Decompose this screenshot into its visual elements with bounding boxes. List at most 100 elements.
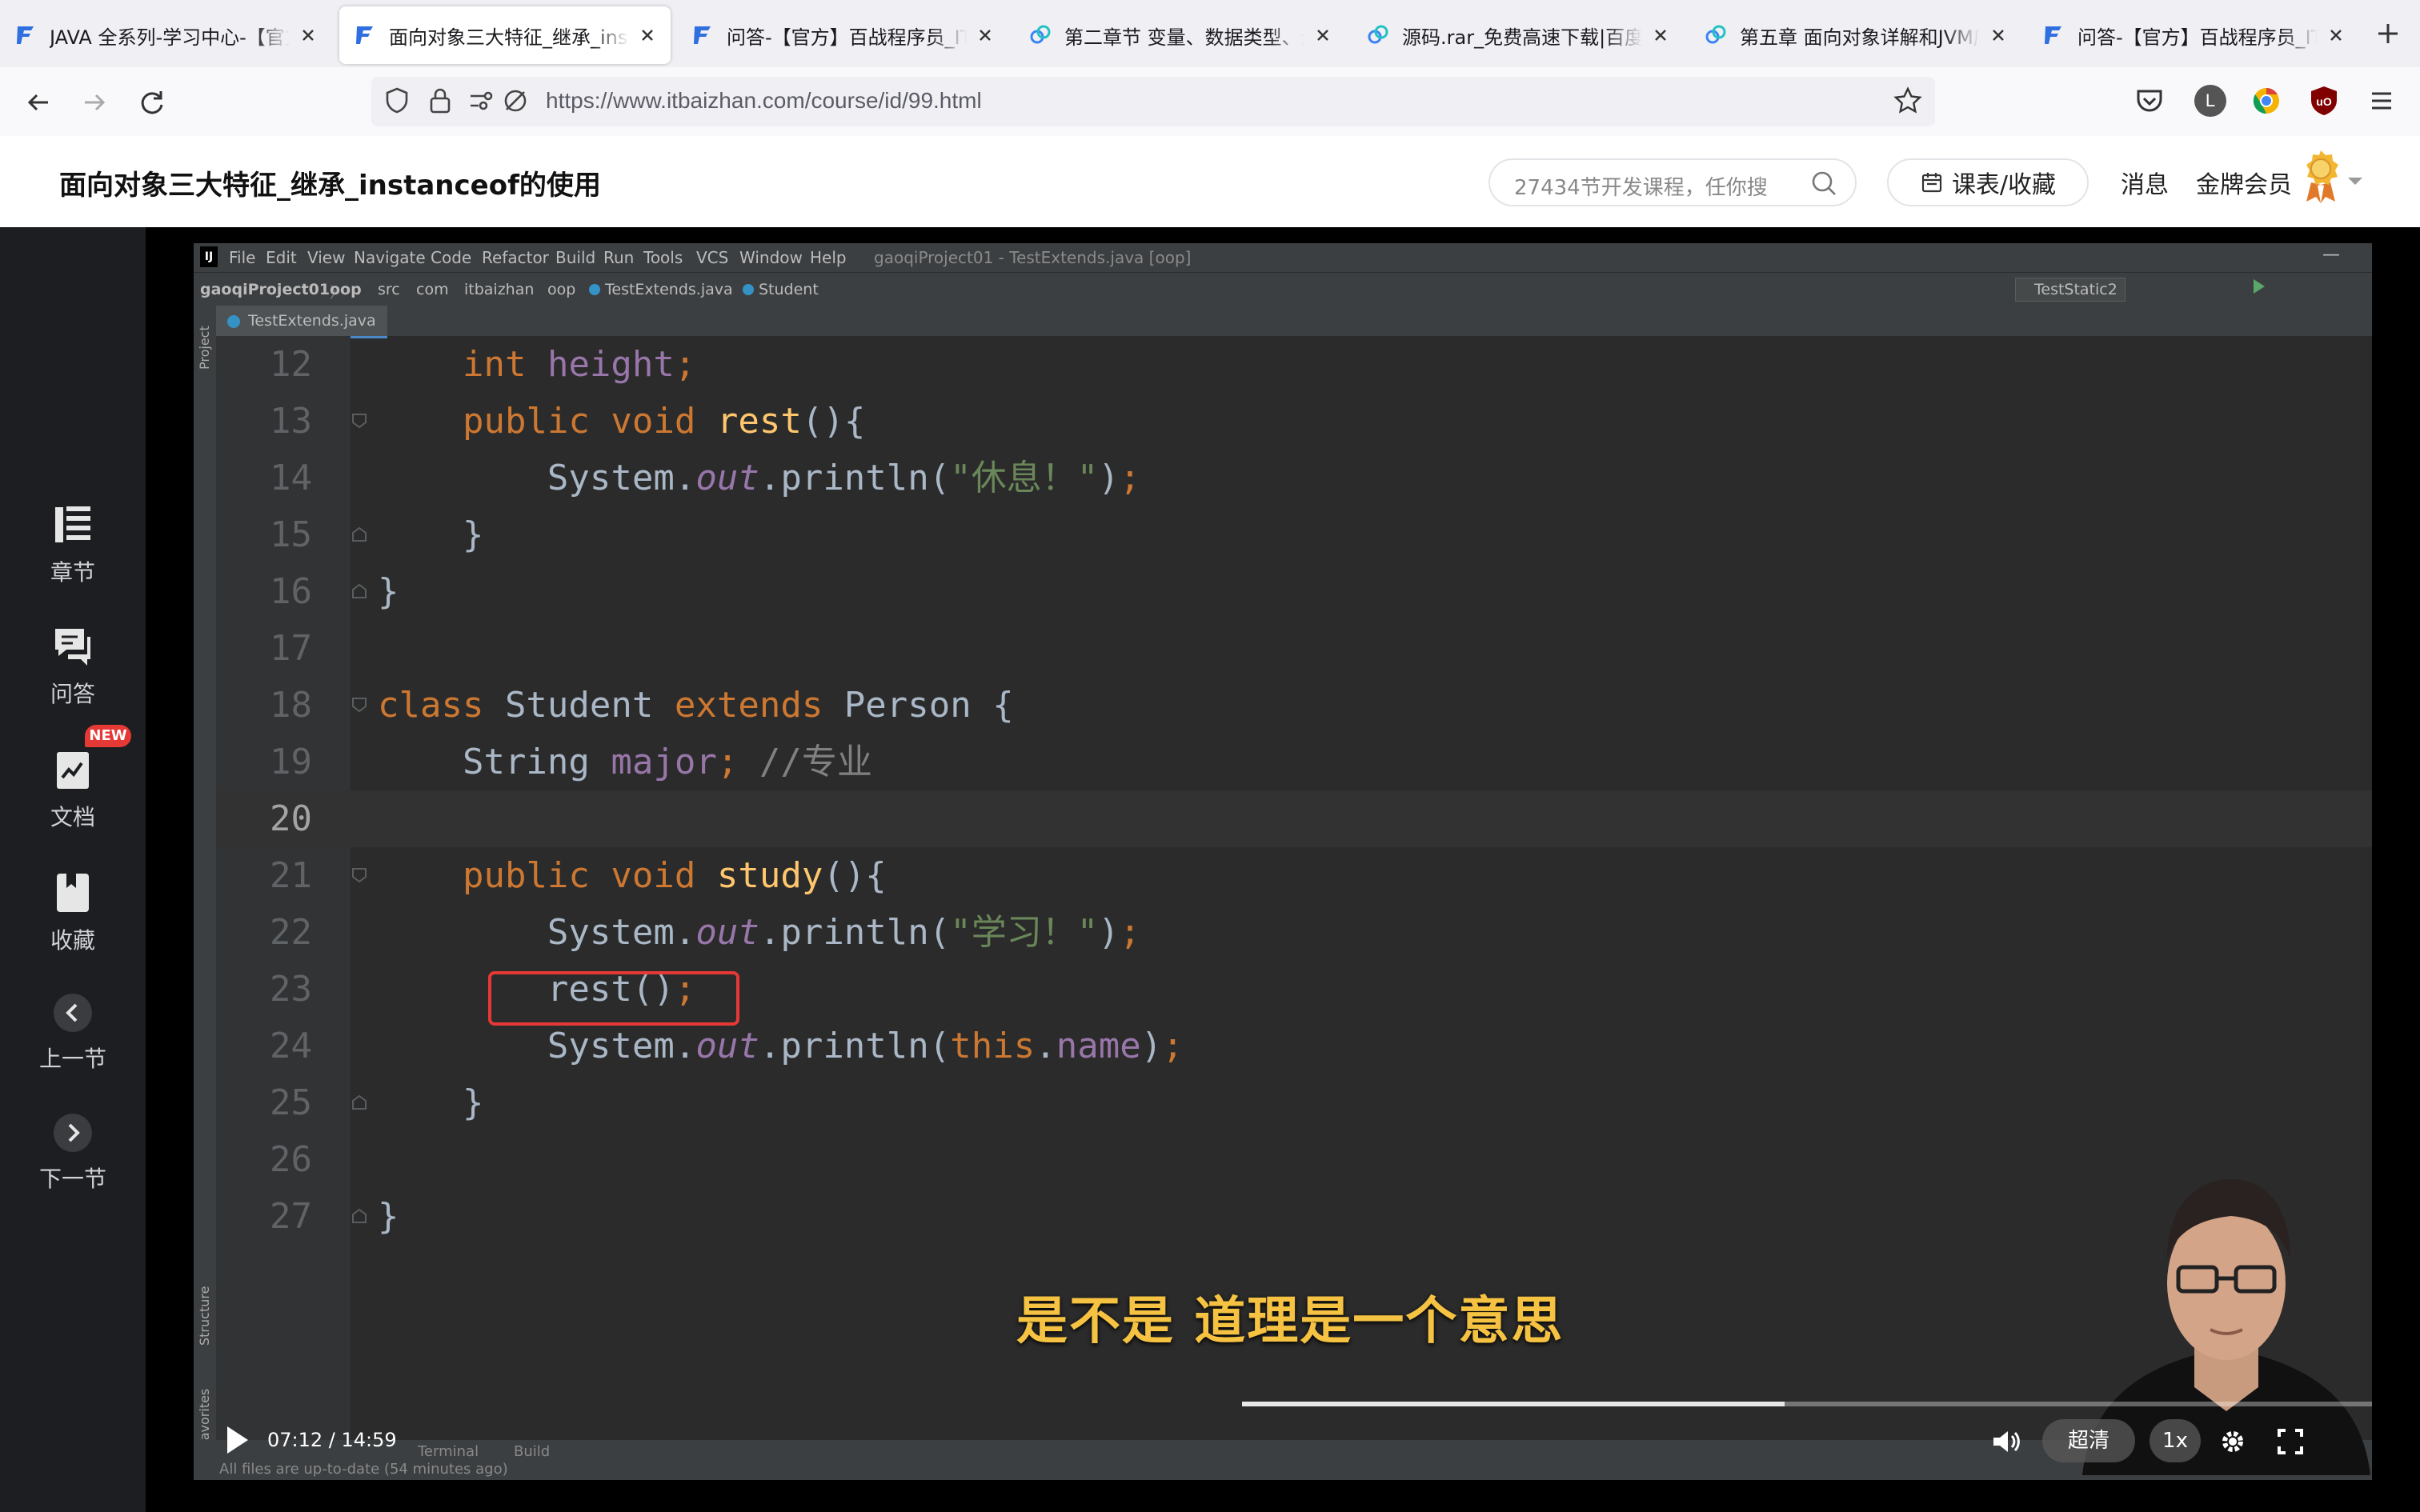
sidebar-item-label: 章节 xyxy=(50,559,95,586)
crumb: TestExtends.java xyxy=(605,281,733,298)
sidebar-item-next-lesson[interactable]: 下一节 xyxy=(0,1112,146,1194)
menu-hamburger-icon[interactable] xyxy=(2364,83,2399,118)
intellij-logo-icon: IJ xyxy=(200,246,218,267)
courses-favorites-button[interactable]: 课表/收藏 xyxy=(1887,158,2089,206)
line-number: 15 xyxy=(270,514,312,555)
browser-tab[interactable]: JAVA 全系列-学习中心-【官方】 xyxy=(0,6,331,64)
browser-tab[interactable]: 第五章 面向对象详解和JVM底层 xyxy=(1690,6,2021,64)
code-line: 17 xyxy=(216,620,2372,677)
url-text: https://www.itbaizhan.com/course/id/99.h… xyxy=(546,88,982,113)
code-text: int height; xyxy=(462,344,696,385)
class-icon xyxy=(743,284,754,295)
line-number: 19 xyxy=(270,742,312,782)
play-icon[interactable] xyxy=(224,1424,251,1456)
browser-tab-active[interactable]: 面向对象三大特征_继承_instanceof xyxy=(339,6,671,64)
code-line: 12 int height; xyxy=(216,336,2372,393)
sidebar-item-label: 收藏 xyxy=(50,927,95,954)
membership-link[interactable]: 金牌会员 xyxy=(2196,165,2292,200)
chevron-down-icon[interactable] xyxy=(2346,176,2364,187)
ide-breadcrumb: gaoqiProject01 〉 oop src com itbaizhan o… xyxy=(194,272,2372,306)
gear-icon[interactable] xyxy=(2217,1426,2249,1458)
reload-icon[interactable] xyxy=(134,85,170,120)
address-bar[interactable]: https://www.itbaizhan.com/course/id/99.h… xyxy=(371,77,1935,126)
close-tab-icon[interactable] xyxy=(1989,26,2007,44)
autoplay-blocked-icon[interactable] xyxy=(499,85,531,117)
code-line: 26 xyxy=(216,1131,2372,1188)
permissions-icon[interactable] xyxy=(466,85,498,117)
code-line: 14 System.out.println("休息！"); xyxy=(216,450,2372,506)
line-number: 23 xyxy=(270,969,312,1010)
sidebar-item-docs[interactable]: 文档 xyxy=(0,747,146,832)
fold-icon xyxy=(352,698,367,713)
pocket-icon[interactable] xyxy=(2132,83,2167,118)
sidebar-item-favorites[interactable]: 收藏 xyxy=(0,870,146,955)
browser-tab[interactable]: 问答-【官方】百战程序员_IT在线 xyxy=(2028,6,2359,64)
svg-text:uO: uO xyxy=(2316,95,2332,108)
file-tab-label: TestExtends.java xyxy=(248,312,376,330)
docs-icon xyxy=(57,752,89,789)
ide-tool-strip: Project Structure Favorites xyxy=(194,306,216,1480)
fold-icon xyxy=(352,414,367,429)
search-icon[interactable] xyxy=(1810,170,1837,197)
line-number: 21 xyxy=(270,855,312,896)
lock-icon[interactable] xyxy=(424,85,456,117)
back-icon[interactable] xyxy=(21,85,56,120)
course-sidebar: 章节 问答 NEW 文档 收藏 上一节 下一节 xyxy=(0,227,146,1512)
close-tab-icon[interactable] xyxy=(2327,26,2345,44)
code-text: System.out.println("学习！"); xyxy=(378,912,1141,953)
fold-icon xyxy=(352,526,367,542)
prev-icon xyxy=(54,994,92,1032)
video-subtitle: 是不是 道理是一个意思 xyxy=(1016,1292,1565,1351)
run-config: TestStatic2 xyxy=(2034,281,2118,298)
messages-link[interactable]: 消息 xyxy=(2121,165,2169,200)
sidebar-item-qa[interactable]: 问答 xyxy=(0,624,146,709)
search-placeholder: 27434节开发课程，任你搜 xyxy=(1514,176,1768,200)
speed-button[interactable]: 1x xyxy=(2150,1419,2201,1462)
forward-icon[interactable] xyxy=(77,85,112,120)
chapters-icon xyxy=(55,506,90,542)
next-icon xyxy=(54,1114,92,1152)
crumb: gaoqiProject01 xyxy=(200,281,331,298)
profile-avatar[interactable]: L xyxy=(2194,85,2226,117)
fold-icon xyxy=(352,1094,367,1110)
search-input[interactable]: 27434节开发课程，任你搜 xyxy=(1488,158,1857,206)
star-bookmark-icon[interactable] xyxy=(1892,85,1924,117)
sidebar-item-chapters[interactable]: 章节 xyxy=(0,502,146,587)
itbaizhan-icon xyxy=(2045,26,2061,44)
crumb: Student xyxy=(759,281,819,298)
new-tab-icon[interactable] xyxy=(2370,16,2406,51)
code-text: System.out.println("休息！"); xyxy=(378,458,1141,498)
close-tab-icon[interactable] xyxy=(1314,26,1332,44)
new-badge: NEW xyxy=(85,725,131,747)
browser-tab[interactable]: 第二章节 变量、数据类型、运算符 xyxy=(1015,6,1346,64)
close-tab-icon[interactable] xyxy=(639,26,656,44)
close-tab-icon[interactable] xyxy=(1652,26,1669,44)
sidebar-item-prev-lesson[interactable]: 上一节 xyxy=(0,992,146,1074)
shield-icon[interactable] xyxy=(381,85,413,117)
minimize-icon: — xyxy=(2322,245,2340,265)
code-text: } xyxy=(378,1196,399,1237)
volume-icon[interactable] xyxy=(1989,1426,2021,1458)
code-line: 25 } xyxy=(216,1074,2372,1131)
tab-title: 源码.rar_免费高速下载|百度网盘 xyxy=(1402,26,1642,49)
fullscreen-icon[interactable] xyxy=(2274,1426,2306,1458)
ide-menu-help: Help xyxy=(810,248,847,267)
code-text: } xyxy=(378,514,484,555)
structure-panel-label: Structure xyxy=(197,1286,212,1346)
annotation-highlight-box xyxy=(488,971,739,1026)
browser-tab[interactable]: 问答-【官方】百战程序员_IT在线 xyxy=(677,6,1008,64)
ublock-origin-icon[interactable]: uO xyxy=(2306,83,2342,118)
video-player[interactable]: IJ File Edit View Navigate Code Refactor… xyxy=(146,227,2420,1512)
close-tab-icon[interactable] xyxy=(976,26,994,44)
quality-button[interactable]: 超清 xyxy=(2042,1419,2135,1462)
extension-colorful-icon[interactable] xyxy=(2249,83,2284,118)
code-text: String major; //专业 xyxy=(378,742,872,782)
video-controls: 07:12 / 14:59 超清 1x xyxy=(194,1406,2372,1480)
browser-tab-strip: JAVA 全系列-学习中心-【官方】 面向对象三大特征_继承_instanceo… xyxy=(0,0,2420,67)
sidebar-item-label: 上一节 xyxy=(38,1046,106,1072)
browser-tab[interactable]: 源码.rar_免费高速下载|百度网盘 xyxy=(1352,6,1684,64)
page-title: 面向对象三大特征_继承_instanceof的使用 xyxy=(59,170,601,202)
code-text: class Student extends Person { xyxy=(378,685,1014,726)
line-number: 27 xyxy=(270,1196,312,1237)
close-tab-icon[interactable] xyxy=(299,26,317,44)
